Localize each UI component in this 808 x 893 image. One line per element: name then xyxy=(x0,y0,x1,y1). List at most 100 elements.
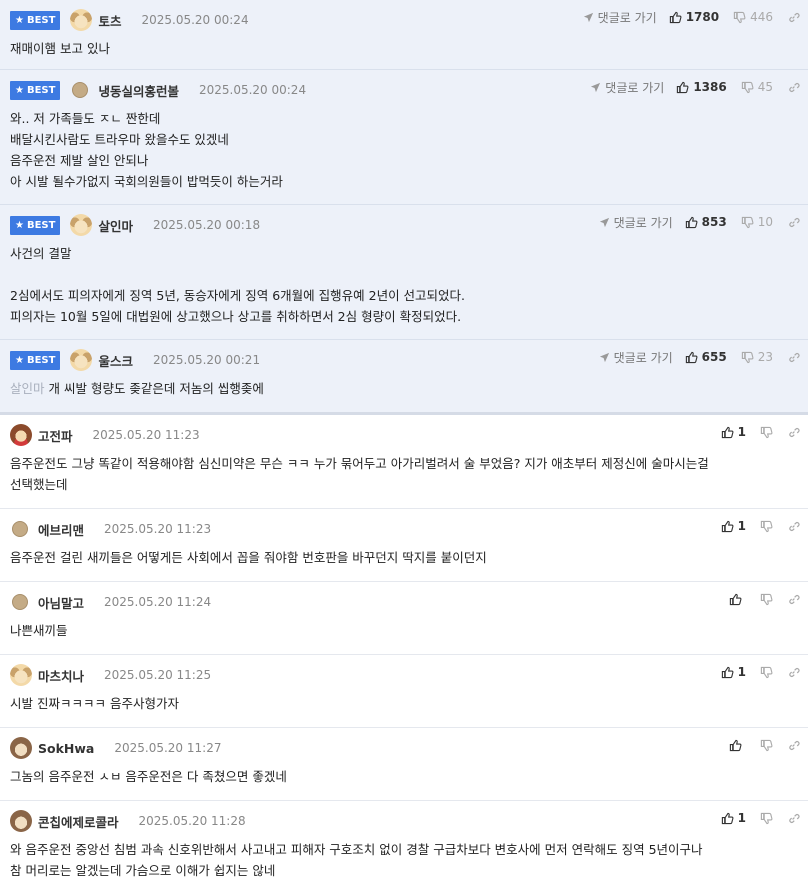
downvote-button[interactable] xyxy=(760,520,773,533)
comment-text: 음주운전도 그냥 똑같이 적용해야함 심신미약은 무슨 ㅋㅋ 누가 묶어두고 아… xyxy=(10,456,709,492)
link-icon[interactable] xyxy=(787,593,800,606)
nickname[interactable]: 냉동실의홍런볼 xyxy=(98,81,179,100)
best-comment: ★ BEST 토츠 2025.05.20 00:24 댓글로 가기 1780 44… xyxy=(0,0,808,70)
upvote-button[interactable]: 853 xyxy=(685,215,727,229)
comment-text: 와.. 저 가족들도 ㅈㄴ 짠한데 배달시킨사람도 트라우마 왔을수도 있겠네 … xyxy=(10,111,283,189)
downvote-button[interactable]: 10 xyxy=(741,215,773,229)
upvote-button[interactable]: 1780 xyxy=(669,10,719,24)
upvote-button[interactable]: 1 xyxy=(721,665,746,679)
nickname[interactable]: 살인마 xyxy=(98,216,133,235)
thumbs-up-icon xyxy=(721,520,734,532)
date: 2025.05.20 11:28 xyxy=(138,814,246,828)
link-icon[interactable] xyxy=(787,426,800,439)
thumbs-down-icon xyxy=(741,351,754,363)
go-to-reply-button[interactable]: 댓글로 가기 xyxy=(583,9,657,26)
link-icon[interactable] xyxy=(787,739,800,752)
avatar xyxy=(10,424,32,446)
upvote-button[interactable]: 1 xyxy=(721,519,746,533)
star-icon: ★ xyxy=(15,84,24,96)
thumbs-up-icon xyxy=(729,593,742,605)
nickname[interactable]: 고전파 xyxy=(38,426,73,445)
upvote-button[interactable]: 1386 xyxy=(676,80,727,94)
comment-text: 와 음주운전 중앙선 침범 과속 신호위반해서 사고내고 피해자 구호조치 없이… xyxy=(10,842,703,878)
best-comment: ★ BEST 냉동실의홍런볼 2025.05.20 00:24 댓글로 가기 13… xyxy=(0,70,808,205)
nickname[interactable]: 아님말고 xyxy=(38,593,84,612)
date: 2025.05.20 00:24 xyxy=(141,13,249,27)
nickname[interactable]: 토츠 xyxy=(98,11,121,30)
comment-item: 아님말고 2025.05.20 11:24 나쁜새끼들 xyxy=(0,582,808,655)
link-icon[interactable] xyxy=(787,11,800,24)
thumbs-down-icon xyxy=(760,666,773,678)
link-icon[interactable] xyxy=(787,216,800,229)
downvote-button[interactable] xyxy=(760,593,773,606)
go-to-reply-button[interactable]: 댓글로 가기 xyxy=(599,214,673,231)
comment-text: 나쁜새끼들 xyxy=(10,623,68,638)
go-to-reply-button[interactable]: 댓글로 가기 xyxy=(590,79,664,96)
thumbs-up-icon xyxy=(721,666,734,678)
star-icon: ★ xyxy=(15,354,24,366)
link-icon[interactable] xyxy=(787,666,800,679)
send-icon xyxy=(599,217,609,227)
avatar xyxy=(72,82,89,98)
downvote-button[interactable]: 45 xyxy=(741,80,773,94)
link-icon[interactable] xyxy=(787,351,800,364)
thumbs-down-icon xyxy=(760,812,773,824)
comment-item: 콘칩에제로콜라 2025.05.20 11:28 1 와 음주운전 중앙선 침범… xyxy=(0,801,808,893)
link-icon[interactable] xyxy=(787,520,800,533)
avatar xyxy=(12,521,28,537)
link-icon[interactable] xyxy=(787,812,800,825)
avatar xyxy=(10,664,32,686)
comment-text: 시발 진짜ㅋㅋㅋㅋ 음주사형가자 xyxy=(10,696,179,711)
best-badge: ★ BEST xyxy=(10,350,61,370)
downvote-button[interactable] xyxy=(760,812,773,825)
date: 2025.05.20 11:24 xyxy=(104,595,212,609)
thumbs-down-icon xyxy=(760,593,773,605)
comment-text: 그놈의 음주운전 ㅅㅂ 음주운전은 다 족쳤으면 좋겠네 xyxy=(10,769,287,784)
best-comment: ★ BEST 울스크 2025.05.20 00:21 댓글로 가기 655 23… xyxy=(0,340,808,415)
date: 2025.05.20 00:24 xyxy=(198,83,307,97)
comment-item: SokHwa 2025.05.20 11:27 그놈의 음주운전 ㅅㅂ 음주운전… xyxy=(0,728,808,801)
comment-item: 고전파 2025.05.20 11:23 1 음주운전도 그냥 똑같이 적용해야… xyxy=(0,415,808,509)
avatar xyxy=(12,594,28,610)
thumbs-up-icon xyxy=(729,739,742,751)
avatar xyxy=(70,349,93,371)
nickname[interactable]: 콘칩에제로콜라 xyxy=(38,812,119,831)
best-badge: ★ BEST xyxy=(10,215,61,235)
go-to-reply-button[interactable]: 댓글로 가기 xyxy=(599,349,673,366)
nickname[interactable]: 마츠치나 xyxy=(38,666,84,685)
upvote-button[interactable]: 1 xyxy=(721,425,746,439)
thumbs-down-icon xyxy=(760,520,773,532)
avatar xyxy=(70,9,93,31)
thumbs-down-icon xyxy=(760,426,773,438)
star-icon: ★ xyxy=(15,14,24,26)
comment-text: 음주운전 걸린 새끼들은 어떻게든 사회에서 꼽을 줘야함 번호판을 바꾸던지 … xyxy=(10,550,487,565)
comment-text: 재매이햄 보고 있나 xyxy=(10,41,110,56)
nickname[interactable]: 울스크 xyxy=(98,351,133,370)
upvote-button[interactable] xyxy=(729,593,746,606)
comment-item: 에브리맨 2025.05.20 11:23 1 음주운전 걸린 새끼들은 어떻게… xyxy=(0,509,808,582)
comment-text: 살인마 개 씨발 형량도 좆같은데 저놈의 씹행좆에 xyxy=(10,381,264,396)
comment-list: ★ BEST 토츠 2025.05.20 00:24 댓글로 가기 1780 44… xyxy=(0,0,808,893)
nickname[interactable]: SokHwa xyxy=(38,741,94,756)
nickname[interactable]: 에브리맨 xyxy=(38,520,84,539)
thumbs-up-icon xyxy=(677,81,689,93)
upvote-button[interactable] xyxy=(729,739,746,752)
date: 2025.05.20 11:25 xyxy=(104,668,212,682)
downvote-button[interactable] xyxy=(760,666,773,679)
star-icon: ★ xyxy=(15,219,24,231)
downvote-button[interactable]: 23 xyxy=(741,350,773,364)
link-icon[interactable] xyxy=(787,81,800,94)
best-comment: ★ BEST 살인마 2025.05.20 00:18 댓글로 가기 853 10… xyxy=(0,205,808,340)
date: 2025.05.20 00:21 xyxy=(152,353,261,367)
downvote-button[interactable] xyxy=(760,739,773,752)
downvote-button[interactable]: 446 xyxy=(733,10,773,24)
mention[interactable]: 살인마 xyxy=(10,381,45,396)
upvote-button[interactable]: 655 xyxy=(685,350,727,364)
date: 2025.05.20 11:23 xyxy=(92,428,200,442)
date: 2025.05.20 11:23 xyxy=(104,522,212,536)
best-badge: ★ BEST xyxy=(10,10,61,30)
thumbs-up-icon xyxy=(685,216,698,228)
downvote-button[interactable] xyxy=(760,426,773,439)
upvote-button[interactable]: 1 xyxy=(721,811,746,825)
thumbs-down-icon xyxy=(741,81,754,93)
